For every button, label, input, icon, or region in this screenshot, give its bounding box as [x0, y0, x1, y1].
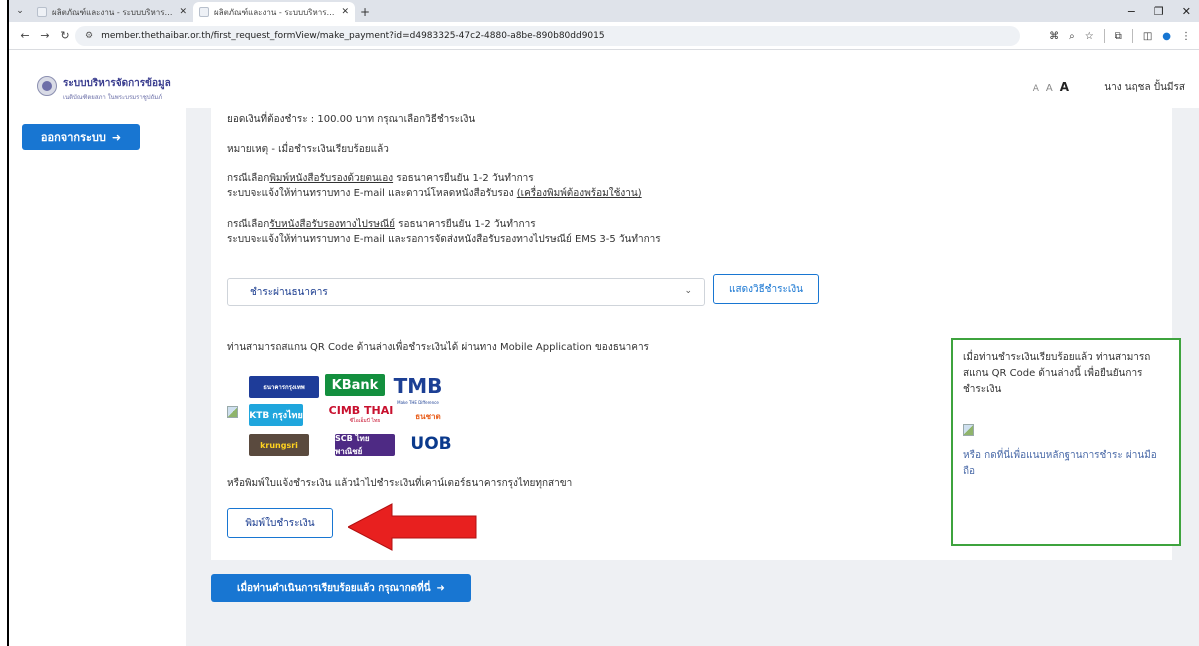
tab-title: ผลิตภัณฑ์และงาน - ระบบบริหารจัดการข้อมูล [214, 7, 337, 17]
font-size-medium[interactable]: A [1046, 83, 1053, 94]
note-line: หมายเหตุ - เมื่อชำระเงินเรียบร้อยแล้ว [227, 144, 389, 155]
amount-line: ยอดเงินที่ต้องชำระ : 100.00 บาท กรุณาเลื… [227, 114, 476, 125]
bank-logos-area: ธนาคารกรุงเทพ KBank TMB Make THE Differe… [227, 366, 499, 466]
close-window-icon[interactable]: ✕ [1182, 5, 1191, 18]
extensions-icon[interactable]: ⧉ [1115, 31, 1122, 42]
payment-method-select[interactable]: ชำระผ่านธนาคาร ⌄ [227, 278, 705, 306]
post-line2: ระบบจะแจ้งให้ท่านทราบทาง E-mail และรอการ… [227, 234, 661, 245]
self-print-line2-prefix: ระบบจะแจ้งให้ท่านทราบทาง E-mail และดาวน์… [227, 188, 517, 199]
qr-instruction: ท่านสามารถสแกน QR Code ด้านล่างเพื่อชำระ… [227, 342, 649, 353]
broken-image-icon [963, 424, 974, 436]
self-print-line: กรณีเลือกพิมพ์หนังสือรับรองด้วยตนเอง รอธ… [227, 171, 534, 186]
close-tab-icon[interactable]: ✕ [179, 7, 187, 17]
self-print-suffix: รอธนาคารยืนยัน 1-2 วันทำการ [393, 173, 534, 184]
confirm-text-line3: ชำระเงิน [963, 384, 1002, 395]
divider [1103, 29, 1105, 43]
address-bar[interactable]: ⚙ member.thethaibar.or.th/first_request_… [75, 26, 1020, 46]
font-size-controls: A A A [1033, 80, 1069, 94]
post-suffix: รอธนาคารยืนยัน 1-2 วันทำการ [395, 219, 536, 230]
attach-proof-link[interactable]: หรือ กดที่นี่เพื่อแนบหลักฐานการชำระ ผ่าน… [963, 448, 1168, 480]
url-text: member.thethaibar.or.th/first_request_fo… [101, 31, 605, 41]
krungsri-logo: krungsri [249, 434, 309, 456]
uob-logo: UOB [410, 434, 452, 454]
cimb-logo: CIMB THAI [328, 403, 394, 417]
chevron-down-icon: ⌄ [684, 286, 692, 296]
confirm-text-line1: เมื่อท่านชำระเงินเรียบร้อยแล้ว ท่านสามาร… [963, 352, 1151, 363]
site-info-icon[interactable]: ⚙ [85, 31, 93, 41]
red-arrow-annotation [348, 503, 477, 551]
toolbar-actions: ⌘ ⌕ ☆ ⧉ ◫ ● ⋮ [1049, 22, 1191, 50]
tab-title: ผลิตภัณฑ์และงาน - ระบบบริหารจัดการข้อมูล [52, 7, 175, 17]
divider [1131, 29, 1133, 43]
translate-icon[interactable]: ⌘ [1049, 31, 1059, 42]
ktb-logo: KTB กรุงไทย [249, 404, 303, 426]
broken-image-icon [227, 406, 238, 418]
bank-logos: ธนาคารกรุงเทพ KBank TMB Make THE Differe… [245, 366, 495, 466]
favicon-icon [199, 7, 209, 17]
new-tab-icon[interactable]: + [355, 2, 375, 22]
browser-tab[interactable]: ผลิตภัณฑ์และงาน - ระบบบริหารจัดการข้อมูล… [31, 2, 193, 22]
tmb-tagline: Make THE Difference [397, 399, 439, 405]
close-tab-icon[interactable]: ✕ [341, 7, 349, 17]
post-prefix: กรณีเลือก [227, 219, 270, 230]
sidepanel-icon[interactable]: ◫ [1143, 31, 1152, 42]
site-logo-icon[interactable] [37, 76, 57, 96]
reload-icon[interactable]: ↻ [55, 29, 75, 42]
payment-confirm-box: เมื่อท่านชำระเงินเรียบร้อยแล้ว ท่านสามาร… [951, 338, 1181, 546]
confirm-text-line2: สแกน QR Code ด้านล่างนี้ เพื่อยืนยันการ [963, 368, 1143, 379]
tab-search-icon[interactable]: ⌄ [9, 0, 31, 22]
font-size-small[interactable]: A [1033, 84, 1039, 94]
kbank-logo: KBank [325, 374, 385, 396]
payment-card: ยอดเงินที่ต้องชำระ : 100.00 บาท กรุณาเลื… [211, 108, 1181, 560]
printer-ready-link[interactable]: (เครื่องพิมพ์ต้องพร้อมใช้งาน) [517, 188, 642, 199]
scb-logo: SCB ไทยพาณิชย์ [335, 434, 395, 456]
self-print-line2: ระบบจะแจ้งให้ท่านทราบทาง E-mail และดาวน์… [227, 186, 642, 201]
brand-subtitle: เนติบัณฑิตยสภา ในพระบรมราชูปถัมภ์ [63, 94, 163, 101]
logout-icon: ➜ [111, 130, 122, 144]
browser-tab-active[interactable]: ผลิตภัณฑ์และงาน - ระบบบริหารจัดการข้อมูล… [193, 2, 355, 22]
self-print-prefix: กรณีเลือก [227, 173, 270, 184]
favicon-icon [37, 7, 47, 17]
menu-icon[interactable]: ⋮ [1181, 31, 1191, 42]
logout-label: ออกจากระบบ [40, 131, 106, 144]
cimb-subtitle: ซีไอเอ็มบี ไทย [349, 418, 381, 424]
browser-window: ⌄ ผลิตภัณฑ์และงาน - ระบบบริหารจัดการข้อม… [7, 0, 1199, 646]
tab-strip: ⌄ ผลิตภัณฑ์และงาน - ระบบบริหารจัดการข้อม… [9, 0, 1199, 22]
bookmark-star-icon[interactable]: ☆ [1085, 31, 1094, 42]
arrow-right-icon: ➜ [436, 582, 445, 594]
post-line: กรณีเลือกรับหนังสือรับรองทางไปรษณีย์ รอธ… [227, 217, 536, 232]
browser-toolbar: ← → ↻ ⚙ member.thethaibar.or.th/first_re… [9, 22, 1199, 50]
window-controls: − ❐ ✕ [1127, 0, 1199, 22]
payment-method-value: ชำระผ่านธนาคาร [250, 286, 328, 298]
bbl-logo: ธนาคารกรุงเทพ [249, 376, 319, 398]
print-payment-slip-button[interactable]: พิมพ์ใบชำระเงิน [227, 508, 333, 538]
user-name[interactable]: นาง นฤชล ปั้นมีรส [1104, 80, 1185, 95]
minimize-icon[interactable]: − [1127, 5, 1136, 18]
main-content: ยอดเงินที่ต้องชำระ : 100.00 บาท กรุณาเลื… [186, 108, 1199, 646]
done-button[interactable]: เมื่อท่านดำเนินการเรียบร้อยแล้ว กรุณากดท… [211, 574, 471, 602]
zoom-icon[interactable]: ⌕ [1069, 31, 1075, 42]
profile-icon[interactable]: ● [1162, 31, 1171, 42]
self-print-link[interactable]: พิมพ์หนังสือรับรองด้วยตนเอง [269, 173, 393, 184]
thanachart-logo: ธนชาต [415, 411, 441, 421]
site-header: ระบบบริหารจัดการข้อมูล เนติบัณฑิตยสภา ใน… [9, 72, 1199, 102]
show-method-button[interactable]: แสดงวิธีชำระเงิน [713, 274, 819, 304]
back-icon[interactable]: ← [15, 29, 35, 42]
print-instruction: หรือพิมพ์ใบแจ้งชำระเงิน แล้วนำไปชำระเงิน… [227, 478, 573, 489]
logout-button[interactable]: ออกจากระบบ ➜ [22, 124, 140, 150]
brand-title: ระบบบริหารจัดการข้อมูล [63, 78, 171, 89]
done-label: เมื่อท่านดำเนินการเรียบร้อยแล้ว กรุณากดท… [237, 582, 431, 594]
tmb-logo: TMB [393, 374, 443, 398]
brand[interactable]: ระบบบริหารจัดการข้อมูล เนติบัณฑิตยสภา ใน… [63, 76, 171, 102]
sidebar: ออกจากระบบ ➜ [9, 110, 185, 646]
restore-icon[interactable]: ❐ [1154, 5, 1164, 18]
post-link[interactable]: รับหนังสือรับรองทางไปรษณีย์ [269, 219, 395, 230]
font-size-large[interactable]: A [1060, 80, 1069, 94]
forward-icon[interactable]: → [35, 29, 55, 42]
